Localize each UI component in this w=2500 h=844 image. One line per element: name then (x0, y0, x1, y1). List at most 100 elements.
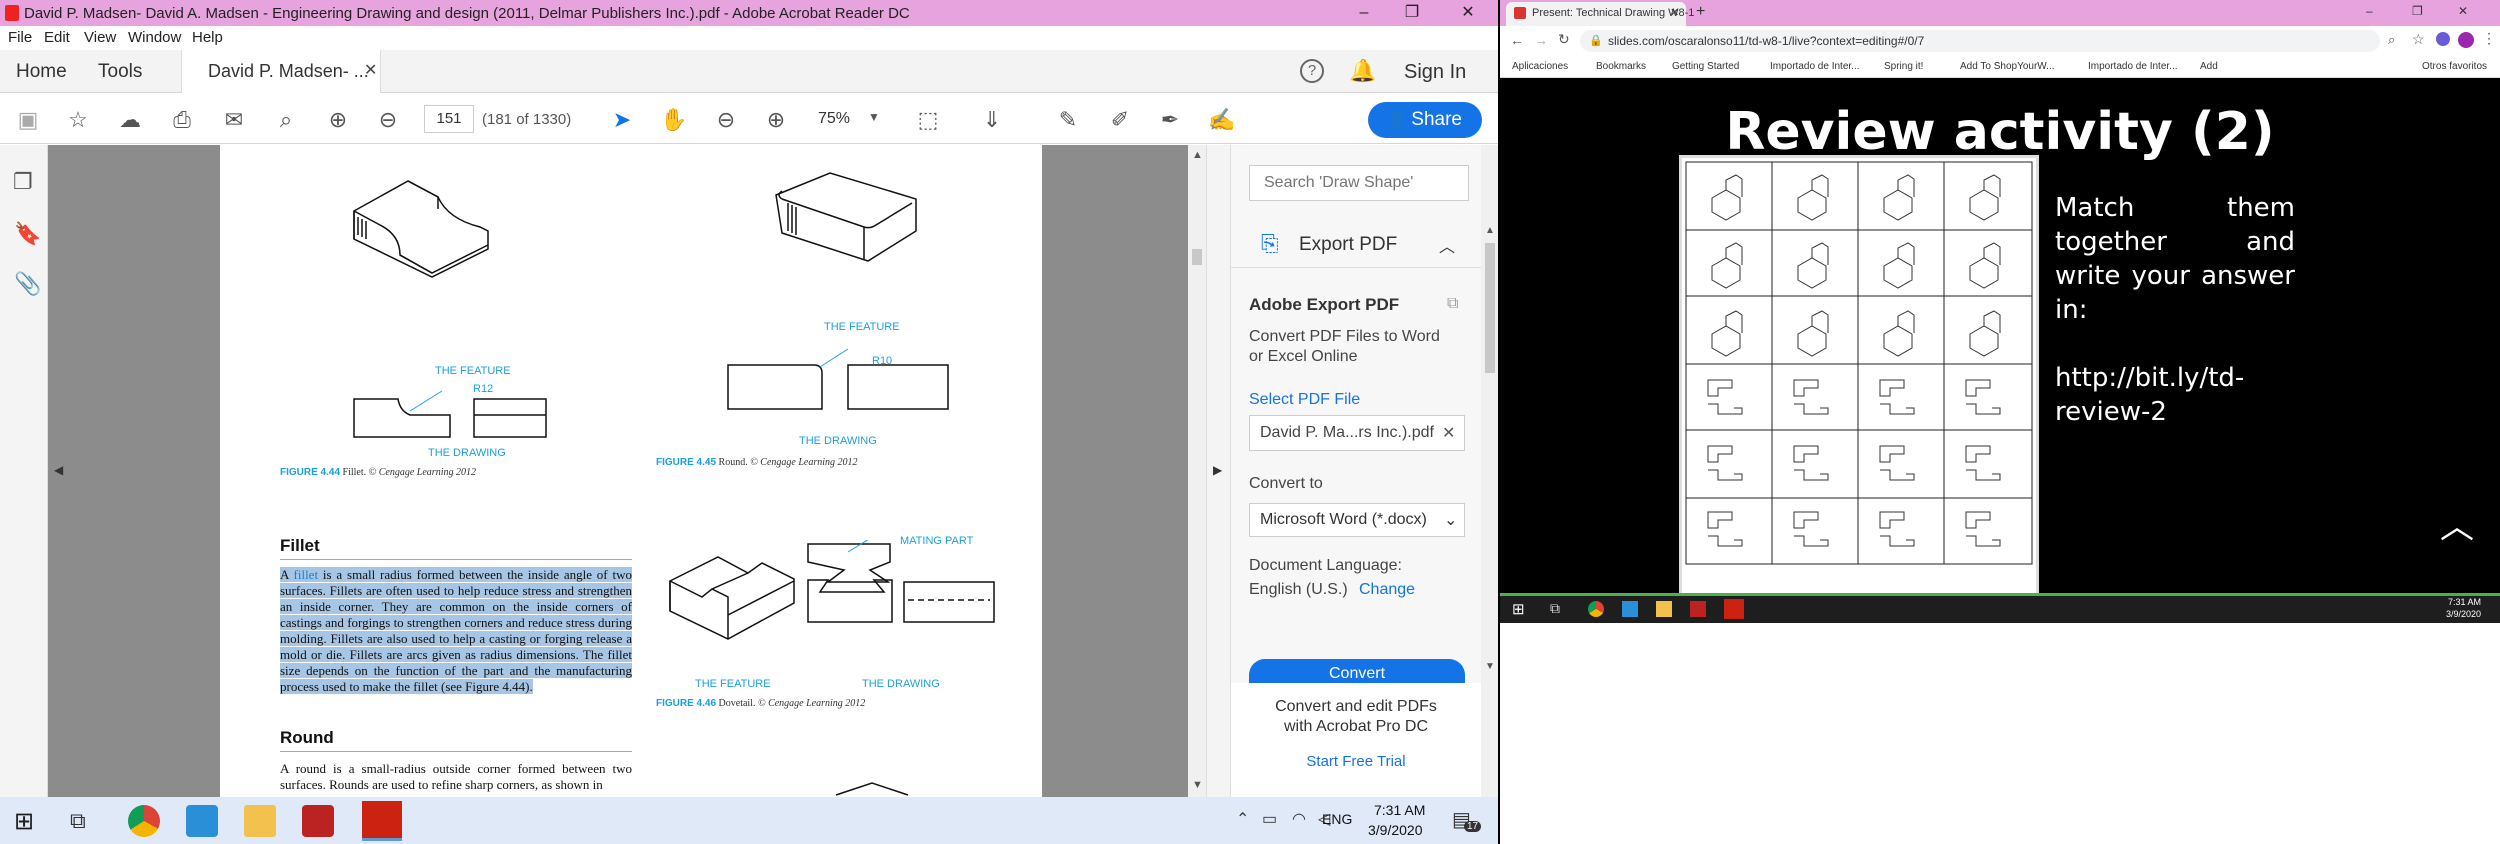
tool-search-input[interactable] (1249, 165, 1469, 201)
chrome-minimize-button[interactable]: – (2366, 4, 2373, 18)
email-icon[interactable]: ✉ (220, 106, 248, 134)
change-language-link[interactable]: Change (1359, 581, 1415, 599)
menu-view[interactable]: View (84, 29, 116, 46)
tab-document[interactable]: David P. Madsen- ... ✕ (181, 50, 381, 93)
game-app-taskbar-icon[interactable] (302, 805, 334, 837)
page-thumbnails-icon[interactable]: ❐ (13, 169, 33, 195)
close-button[interactable]: ✕ (1446, 0, 1490, 26)
panel-scrollbar[interactable]: ▲ ▼ (1481, 145, 1498, 797)
bookmark-star-icon[interactable]: ☆ (2412, 31, 2425, 48)
tray-overflow-icon[interactable]: ⌃ (1236, 809, 1249, 829)
language-indicator[interactable]: ENG (1322, 811, 1352, 827)
panel-scroll-thumb[interactable] (1485, 243, 1495, 373)
slide-nav-up-icon[interactable]: ︿ (2440, 499, 2474, 548)
export-pdf-title[interactable]: Export PDF (1299, 234, 1397, 256)
round-paragraph[interactable]: A round is a small-radius outside corner… (280, 761, 632, 793)
bookmark-bookmarks[interactable]: Bookmarks (1596, 61, 1646, 72)
zoom-dropdown-icon[interactable]: ▼ (868, 110, 880, 124)
hand-tool-icon[interactable]: ✋ (660, 106, 688, 134)
collapse-chevron-icon[interactable]: ︿ (1439, 233, 1455, 257)
maximize-button[interactable]: ❐ (1390, 0, 1434, 26)
bookmark-add[interactable]: Add (2200, 61, 2218, 72)
help-icon[interactable]: ? (1300, 59, 1324, 83)
scroll-down-icon[interactable]: ▼ (1192, 779, 1203, 791)
zoom-level[interactable]: 75% (818, 110, 850, 128)
page-up-icon[interactable]: ⊕ (324, 106, 352, 134)
sign-icon[interactable]: ✒ (1156, 106, 1184, 134)
new-tab-icon[interactable]: + (1696, 3, 1705, 21)
bookmarks-icon[interactable]: 🔖 (14, 221, 41, 247)
wifi-icon[interactable]: ◠ (1292, 809, 1306, 829)
address-bar[interactable]: 🔒 slides.com/oscaralonso11/td-w8-1/live?… (1580, 30, 2380, 52)
menu-help[interactable]: Help (192, 29, 223, 46)
free-trial-link[interactable]: Start Free Trial (1231, 753, 1481, 770)
battery-icon[interactable]: ▭ (1262, 809, 1277, 829)
format-select[interactable]: Microsoft Word (*.docx) ⌄ (1249, 503, 1465, 537)
chrome-menu-icon[interactable]: ⋮ (2482, 30, 2496, 47)
bookmark-spring-it[interactable]: Spring it! (1884, 61, 1923, 72)
fillet-paragraph[interactable]: A fillet is a small radius formed betwee… (280, 567, 632, 695)
panel-scroll-up-icon[interactable]: ▲ (1485, 225, 1495, 236)
zoom-in-icon[interactable]: ⊕ (762, 106, 790, 134)
fillet-term-link[interactable]: fillet (293, 567, 319, 582)
scroll-up-icon[interactable]: ▲ (1192, 149, 1203, 161)
prev-page-arrow-icon[interactable]: ◀ (54, 463, 63, 477)
collapse-panel-icon[interactable]: ▶ (1213, 463, 1222, 477)
scroll-thumb[interactable] (1192, 249, 1202, 265)
minimize-button[interactable]: – (1342, 0, 1386, 26)
upload-icon[interactable]: ☁ (116, 106, 144, 134)
print-icon[interactable]: ⎙ (168, 106, 196, 134)
chrome-close-button[interactable]: ✕ (2458, 4, 2468, 18)
share-button[interactable]: 👤 Share (1368, 102, 1482, 138)
chrome-taskbar-icon[interactable] (128, 805, 160, 837)
highlight-icon[interactable]: ✐ (1106, 106, 1134, 134)
sign-in-link[interactable]: Sign In (1404, 61, 1466, 84)
menu-file[interactable]: File (8, 29, 32, 46)
zoom-icon[interactable]: ⌕ (2388, 32, 2395, 48)
clock-time[interactable]: 7:31 AM (1374, 802, 1425, 818)
clock-date[interactable]: 3/9/2020 (1368, 822, 1423, 838)
tab-tools[interactable]: Tools (98, 61, 142, 83)
comment-icon[interactable]: ✎ (1054, 106, 1082, 134)
bookmark-importado-1[interactable]: Importado de Inter... (1770, 61, 1860, 72)
scroll-mode-icon[interactable]: ⇓ (978, 106, 1006, 134)
bookmark-other[interactable]: Otros favoritos (2422, 61, 2487, 72)
selected-file-field[interactable]: David P. Ma...rs Inc.).pdf ✕ (1249, 415, 1465, 451)
reload-icon[interactable]: ↻ (1558, 31, 1570, 48)
forward-icon[interactable]: → (1534, 32, 1548, 48)
save-icon[interactable]: ▣ (14, 106, 42, 134)
bookmark-star-icon[interactable]: ☆ (64, 106, 92, 134)
remove-file-icon[interactable]: ✕ (1442, 423, 1455, 443)
close-tab-icon[interactable]: ✕ (364, 60, 377, 80)
bookmark-getting-started[interactable]: Getting Started (1672, 61, 1739, 72)
panel-scroll-down-icon[interactable]: ▼ (1485, 661, 1495, 672)
page-number-input[interactable]: 151 (424, 105, 474, 133)
bookmark-shopyourway[interactable]: Add To ShopYourW... (1960, 61, 2055, 72)
close-tab-icon[interactable]: ✕ (1670, 6, 1679, 19)
document-scrollbar[interactable]: ▲ ▼ (1188, 145, 1206, 797)
fill-sign-icon[interactable]: ✍ (1208, 106, 1236, 134)
menu-edit[interactable]: Edit (44, 29, 70, 46)
tab-home[interactable]: Home (16, 61, 67, 83)
vscode-taskbar-icon[interactable] (186, 805, 218, 837)
windows-start-icon[interactable]: ⊞ (14, 807, 34, 836)
file-explorer-taskbar-icon[interactable] (244, 805, 276, 837)
bell-icon[interactable]: 🔔 (1349, 58, 1376, 84)
select-pdf-link[interactable]: Select PDF File (1249, 391, 1360, 409)
profile-avatar[interactable] (2458, 32, 2474, 48)
back-icon[interactable]: ← (1510, 32, 1524, 48)
chrome-tab[interactable]: Present: Technical Drawing W8-1 ✕ (1506, 2, 1694, 26)
bookmark-apps[interactable]: Aplicaciones (1512, 61, 1568, 72)
export-info-icon[interactable]: ⧉ (1447, 295, 1458, 313)
zoom-out-icon[interactable]: ⊖ (712, 106, 740, 134)
extension-icon[interactable] (2436, 32, 2450, 46)
menu-window[interactable]: Window (128, 29, 181, 46)
chrome-maximize-button[interactable]: ❐ (2412, 4, 2423, 18)
fit-page-icon[interactable]: ⬚ (914, 106, 942, 134)
zoom-search-icon[interactable]: ⌕ (272, 106, 300, 134)
acrobat-taskbar-icon[interactable] (362, 801, 402, 841)
attachments-icon[interactable]: 📎 (14, 271, 41, 297)
task-view-icon[interactable]: ⧉ (70, 808, 86, 834)
convert-button[interactable]: Convert (1249, 659, 1465, 683)
bookmark-importado-2[interactable]: Importado de Inter... (2088, 61, 2178, 72)
